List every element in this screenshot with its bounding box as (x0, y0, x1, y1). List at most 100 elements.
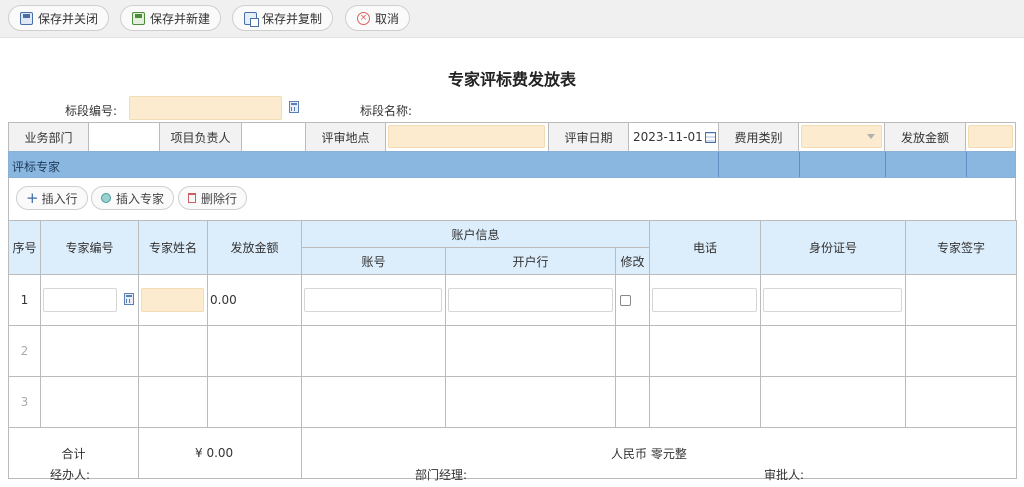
modify-checkbox[interactable] (620, 295, 631, 306)
expert-icon (101, 193, 111, 203)
place-cell (386, 123, 549, 151)
action-bar: + 插入行 插入专家 删除行 (8, 178, 1016, 220)
save-close-button[interactable]: 保存并关闭 (8, 5, 110, 31)
section-title: 评标专家 (12, 160, 61, 174)
row-seq: 2 (8, 325, 41, 377)
modify-cell[interactable] (614, 376, 651, 428)
rmb-cell: 人民币 零元整 (300, 427, 1018, 479)
lookup-icon[interactable] (289, 101, 299, 113)
dept-label: 业务部门 (9, 123, 89, 151)
date-input[interactable]: 2023-11-01 (629, 123, 719, 151)
table-row: 2 (8, 325, 1018, 377)
amount-cell (207, 325, 302, 377)
sum-value: ¥ 0.00 (138, 427, 302, 479)
col-account-no: 账号 (301, 247, 446, 275)
phone-cell[interactable] (649, 325, 762, 377)
sign-cell (905, 325, 1018, 377)
section-divider (718, 152, 719, 177)
bank-cell[interactable] (445, 325, 616, 377)
save-copy-label: 保存并复制 (262, 11, 323, 26)
expert-no-cell[interactable] (40, 325, 139, 377)
table-row: 1 0.00 (8, 274, 1018, 326)
amount-cell: 0.00 (207, 274, 302, 326)
date-value: 2023-11-01 (633, 130, 703, 144)
expert-name-input[interactable] (141, 288, 204, 312)
save-new-button[interactable]: 保存并新建 (120, 5, 222, 31)
section-divider (799, 152, 800, 177)
id-cell[interactable] (760, 325, 907, 377)
cancel-label: 取消 (375, 11, 400, 26)
fee-type-cell (799, 123, 885, 151)
row-amount: 0.00 (210, 293, 237, 307)
place-input[interactable] (388, 125, 545, 148)
phone-cell (649, 274, 762, 326)
expert-table: 序号 专家编号 专家姓名 发放金额 账户信息 电话 身份证号 专家签字 账号 开… (8, 220, 1018, 479)
col-id: 身份证号 (760, 220, 907, 275)
col-sign: 专家签字 (905, 220, 1018, 275)
rmb-label: 人民币 (611, 446, 648, 461)
col-modify: 修改 (614, 247, 651, 275)
expert-name-cell (138, 274, 208, 326)
pm-label: 项目负责人 (160, 123, 242, 151)
section-no-input[interactable] (129, 96, 282, 120)
col-expert-name: 专家姓名 (138, 220, 208, 275)
modify-cell[interactable] (614, 325, 651, 377)
section-divider (966, 152, 967, 177)
fee-type-select[interactable] (801, 125, 882, 148)
sign-cell (905, 376, 1018, 428)
copy-icon (244, 11, 259, 27)
insert-expert-label: 插入专家 (116, 191, 165, 206)
insert-expert-button[interactable]: 插入专家 (91, 186, 175, 210)
delete-row-button[interactable]: 删除行 (178, 186, 248, 210)
id-input[interactable] (763, 288, 903, 312)
section-divider (885, 152, 886, 177)
handler-label: 经办人: (50, 468, 91, 482)
amount-label: 发放金额 (885, 123, 966, 151)
save-new-icon (132, 11, 145, 25)
expert-no-cell (40, 274, 139, 326)
place-label: 评审地点 (306, 123, 386, 151)
dept-field[interactable] (89, 123, 160, 151)
row-seq: 3 (8, 376, 41, 428)
expert-no-cell[interactable] (40, 376, 139, 428)
chevron-down-icon (867, 134, 875, 139)
col-expert-no: 专家编号 (40, 220, 139, 275)
save-icon (20, 11, 33, 25)
account-no-cell[interactable] (301, 376, 446, 428)
bank-input[interactable] (448, 288, 613, 312)
save-copy-button[interactable]: 保存并复制 (232, 5, 334, 31)
bank-cell (445, 274, 616, 326)
col-phone: 电话 (649, 220, 762, 275)
expert-no-input[interactable] (43, 288, 117, 312)
plus-icon: + (26, 189, 39, 207)
table-row: 3 (8, 376, 1018, 428)
expert-name-cell[interactable] (138, 376, 208, 428)
calendar-icon[interactable] (704, 131, 716, 143)
pm-field[interactable] (242, 123, 306, 151)
amount-cell (966, 123, 1015, 151)
section-name-label: 标段名称: (360, 104, 413, 118)
account-no-cell[interactable] (301, 325, 446, 377)
phone-cell[interactable] (649, 376, 762, 428)
expert-name-cell[interactable] (138, 325, 208, 377)
insert-row-label: 插入行 (41, 191, 78, 206)
cancel-button[interactable]: × 取消 (345, 5, 411, 31)
id-cell[interactable] (760, 376, 907, 428)
lookup-icon[interactable] (124, 293, 134, 305)
toolbar: 保存并关闭 保存并新建 保存并复制 × 取消 (0, 0, 1024, 38)
insert-row-button[interactable]: + 插入行 (16, 186, 88, 210)
page-title: 专家评标费发放表 (447, 70, 576, 89)
col-bank: 开户行 (445, 247, 616, 275)
delete-row-label: 删除行 (201, 191, 238, 206)
info-row: 业务部门 项目负责人 评审地点 评审日期 2023-11-01 费用类别 发放金… (8, 122, 1016, 152)
col-amount: 发放金额 (207, 220, 302, 275)
row-seq: 1 (8, 274, 41, 326)
fee-type-label: 费用类别 (719, 123, 799, 151)
phone-input[interactable] (652, 288, 758, 312)
account-no-input[interactable] (304, 288, 442, 312)
modify-cell (614, 274, 651, 326)
amount-cell (207, 376, 302, 428)
amount-input[interactable] (968, 125, 1013, 148)
approver-label: 审批人: (764, 468, 805, 482)
bank-cell[interactable] (445, 376, 616, 428)
